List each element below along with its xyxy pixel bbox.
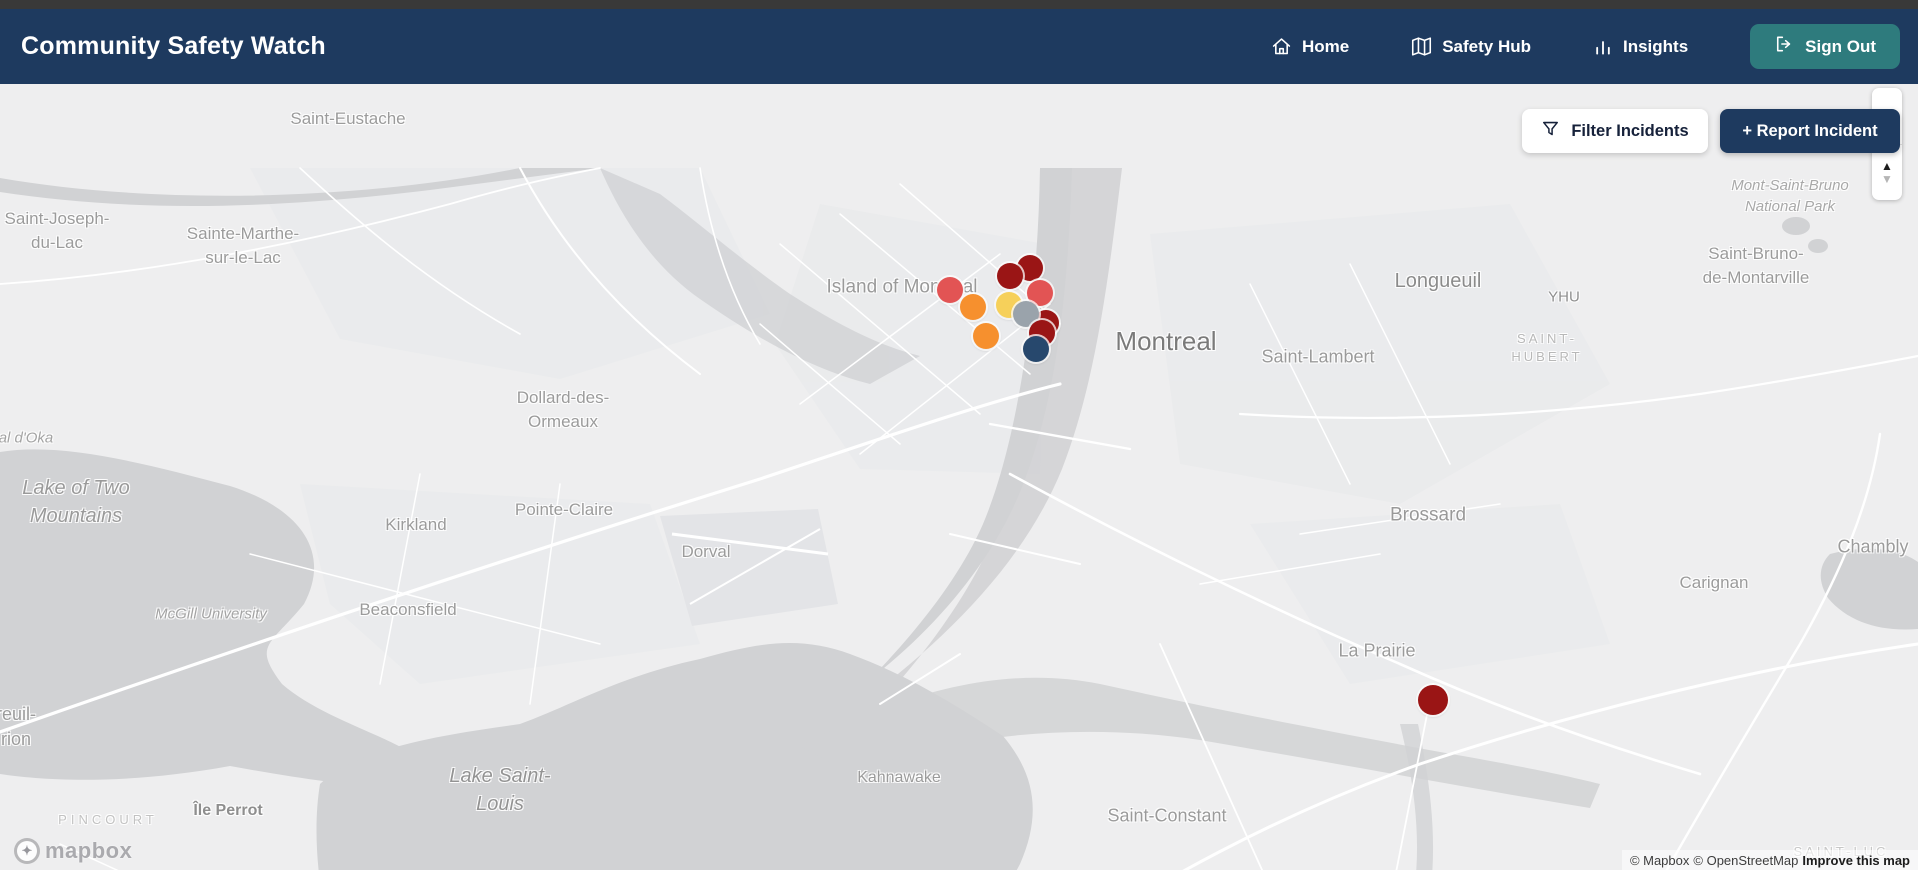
funnel-icon <box>1541 119 1560 143</box>
filter-incidents-button[interactable]: Filter Incidents <box>1522 109 1708 153</box>
incident-marker[interactable] <box>973 323 999 349</box>
incident-marker[interactable] <box>1023 336 1049 362</box>
incident-marker[interactable] <box>937 277 963 303</box>
nav-item-safety-hub[interactable]: Safety Hub <box>1411 36 1531 57</box>
incident-marker[interactable] <box>960 294 986 320</box>
sign-out-label: Sign Out <box>1805 36 1876 56</box>
window-chrome-strip <box>0 0 1918 9</box>
mapbox-pin-icon: ✦ <box>14 838 40 864</box>
improve-this-map-link[interactable]: Improve this map <box>1802 853 1910 868</box>
map-icon <box>1411 36 1432 57</box>
attribution-osm-link[interactable]: © OpenStreetMap <box>1693 853 1798 868</box>
nav-item-home[interactable]: Home <box>1271 36 1349 57</box>
nav-label: Home <box>1301 36 1350 56</box>
nav-label: Safety Hub <box>1442 36 1531 56</box>
main-nav: Home Safety Hub Insights Sign Out <box>1271 24 1900 69</box>
home-icon <box>1271 36 1292 57</box>
app-header: Community Safety Watch Home Safety Hub I… <box>0 9 1918 84</box>
compass-down-icon: ▼ <box>1881 171 1893 186</box>
map-attribution: © Mapbox © OpenStreetMap Improve this ma… <box>1621 850 1918 870</box>
logout-icon <box>1774 34 1794 59</box>
incident-marker[interactable] <box>1418 685 1448 715</box>
report-incident-button[interactable]: + Report Incident <box>1720 109 1900 153</box>
app-window: Saint-Eustache Saint-Joseph-du-Lac Sainte-… <box>0 0 1918 870</box>
mapbox-wordmark: mapbox <box>45 838 133 863</box>
incident-marker[interactable] <box>997 263 1023 289</box>
nav-item-insights[interactable]: Insights <box>1593 37 1688 57</box>
attribution-mapbox-link[interactable]: © Mapbox <box>1630 853 1689 868</box>
compass-up-icon: ▲ <box>1881 158 1893 173</box>
page-title: Community Safety Watch <box>21 32 326 60</box>
mapbox-logo[interactable]: ✦ mapbox <box>14 838 132 864</box>
filter-incidents-label: Filter Incidents <box>1571 121 1689 140</box>
bar-chart-icon <box>1593 37 1613 57</box>
nav-label: Insights <box>1623 36 1689 56</box>
sign-out-button[interactable]: Sign Out <box>1750 24 1900 69</box>
